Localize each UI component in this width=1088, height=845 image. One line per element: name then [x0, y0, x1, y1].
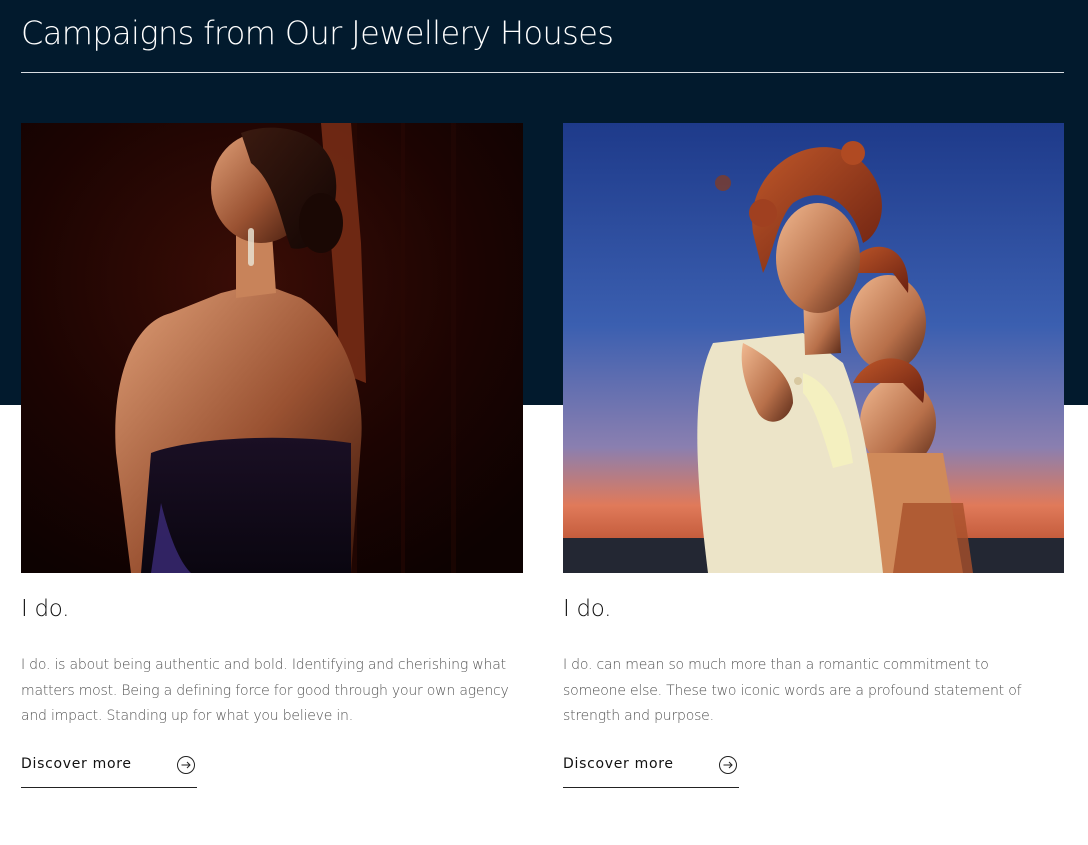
campaign-image[interactable] — [563, 123, 1064, 573]
arrow-right-circle-icon — [177, 756, 195, 774]
campaign-card: I do. I do. is about being authentic and… — [21, 123, 523, 788]
card-title: I do. — [563, 596, 612, 622]
woman-in-gown-photo — [21, 123, 523, 573]
title-divider — [21, 72, 1064, 73]
discover-more-link[interactable]: Discover more — [563, 755, 739, 788]
section-title: Campaigns from Our Jewellery Houses — [21, 14, 614, 52]
discover-more-label: Discover more — [563, 756, 674, 772]
discover-more-label: Discover more — [21, 756, 132, 772]
card-description: I do. is about being authentic and bold.… — [21, 657, 509, 724]
card-description: I do. can mean so much more than a roman… — [563, 657, 1022, 724]
discover-more-link[interactable]: Discover more — [21, 755, 197, 788]
arrow-right-circle-icon — [719, 756, 737, 774]
campaign-card: I do. I do. can mean so much more than a… — [563, 123, 1064, 788]
card-title: I do. — [21, 596, 70, 622]
campaigns-section: Campaigns from Our Jewellery Houses I do… — [0, 0, 1088, 845]
three-women-at-sunset-photo — [563, 123, 1064, 573]
campaign-image[interactable] — [21, 123, 523, 573]
